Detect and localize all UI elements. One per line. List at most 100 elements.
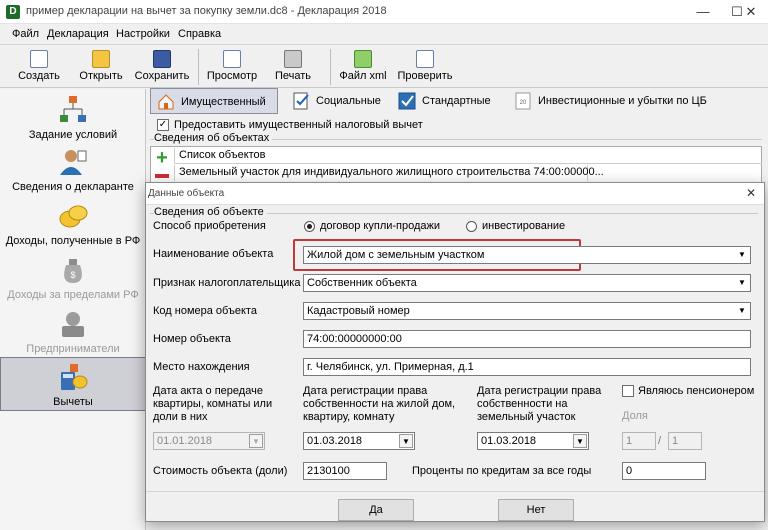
objects-group-label: Сведения об объектах xyxy=(154,132,273,145)
minimize-button[interactable]: — xyxy=(686,0,720,24)
dialog-close-icon[interactable]: ✕ xyxy=(746,186,756,200)
chevron-down-icon: ▼ xyxy=(738,250,746,259)
print-button[interactable]: Печать xyxy=(270,47,316,87)
house-icon xyxy=(157,93,175,111)
money-bag-icon: $ xyxy=(58,255,88,285)
checklist-icon xyxy=(292,92,310,110)
document-20-icon: 20 xyxy=(514,92,532,110)
sidebar-item-income-abroad[interactable]: $ Доходы за пределами РФ xyxy=(0,255,146,301)
toolbar: Создать Открыть Сохранить Просмотр Печат… xyxy=(0,44,768,88)
house-reg-date-picker[interactable]: 01.03.2018 ▼ xyxy=(303,432,415,450)
calculator-coins-icon xyxy=(58,362,88,392)
toolbar-separator xyxy=(330,49,331,85)
cost-label: Стоимость объекта (доли) xyxy=(153,465,288,477)
sidebar-item-income-rf[interactable]: Доходы, полученные в РФ xyxy=(0,201,146,247)
interest-label: Проценты по кредитам за все годы xyxy=(412,465,592,477)
object-name-select[interactable]: Жилой дом с земельным участком ▼ xyxy=(303,246,751,264)
coins-icon xyxy=(58,201,88,231)
chevron-down-icon: ▼ xyxy=(738,306,746,315)
tab-property[interactable]: Имущественный xyxy=(150,88,278,114)
sidebar-item-entrepreneurs[interactable]: Предприниматели xyxy=(0,309,146,355)
toolbar-separator xyxy=(198,49,199,85)
act-date-label: Дата акта о передаче квартиры, комнаты и… xyxy=(153,385,273,423)
title-bar: D пример декларации на вычет за покупку … xyxy=(0,0,768,24)
object-number-input[interactable]: 74:00:00000000:00 xyxy=(303,330,751,348)
tab-social[interactable]: Социальные xyxy=(286,88,386,114)
sidebar-item-declarant[interactable]: Сведения о декларанте xyxy=(0,147,146,193)
menu-file[interactable]: Файл xyxy=(12,28,39,40)
no-button[interactable]: Нет xyxy=(498,499,574,521)
share-label: Доля xyxy=(622,410,648,422)
dialog-title: Данные объекта xyxy=(148,188,225,199)
create-button[interactable]: Создать xyxy=(14,47,64,87)
sidebar: Задание условий Сведения о декларанте До… xyxy=(0,89,146,530)
chevron-down-icon: ▼ xyxy=(573,434,587,448)
yes-button[interactable]: Да xyxy=(338,499,414,521)
hierarchy-icon xyxy=(58,95,88,125)
floppy-disk-icon xyxy=(153,50,171,68)
xml-file-button[interactable]: Файл xml xyxy=(338,47,388,87)
remove-object-icon[interactable] xyxy=(155,174,169,178)
menu-bar: Файл Декларация Настройки Справка xyxy=(0,26,768,44)
cost-input[interactable]: 2130100 xyxy=(303,462,387,480)
chevron-down-icon: ▼ xyxy=(738,278,746,287)
acq-investment-label: инвестирование xyxy=(482,220,566,232)
preview-button[interactable]: Просмотр xyxy=(204,47,260,87)
pensioner-checkbox[interactable] xyxy=(622,385,634,397)
close-window-button[interactable]: ✕ xyxy=(734,0,768,24)
land-reg-date-label: Дата регистрации права собственности на … xyxy=(477,385,602,423)
menu-settings[interactable]: Настройки xyxy=(116,28,170,40)
printer-icon xyxy=(284,50,302,68)
object-number-label: Номер объекта xyxy=(153,333,231,345)
briefcase-person-icon xyxy=(58,309,88,339)
add-object-icon[interactable]: + xyxy=(153,148,171,168)
check-button[interactable]: Проверить xyxy=(396,47,454,87)
open-button[interactable]: Открыть xyxy=(76,47,126,87)
new-document-icon xyxy=(30,50,48,68)
provide-deduction-label: Предоставить имущественный налоговый выч… xyxy=(174,119,423,131)
land-reg-date-picker[interactable]: 01.03.2018 ▼ xyxy=(477,432,589,450)
act-date-picker: 01.01.2018 ▼ xyxy=(153,432,265,450)
menu-declaration[interactable]: Декларация xyxy=(47,28,109,40)
tab-standard[interactable]: Стандартные xyxy=(392,88,502,114)
taxpayer-label: Признак налогоплательщика xyxy=(153,277,301,289)
sidebar-item-conditions[interactable]: Задание условий xyxy=(0,95,146,141)
pensioner-label: Являюсь пенсионером xyxy=(638,385,755,397)
house-reg-date-label: Дата регистрации права собственности на … xyxy=(303,385,456,423)
taxpayer-select[interactable]: Собственник объекта ▼ xyxy=(303,274,751,292)
acq-method-label: Способ приобретения xyxy=(153,220,266,232)
open-folder-icon xyxy=(92,50,110,68)
location-label: Место нахождения xyxy=(153,361,250,373)
svg-text:20: 20 xyxy=(520,100,527,106)
checkbox-document-icon xyxy=(398,92,416,110)
list-header: Список объектов xyxy=(174,148,762,164)
share-numerator-input: 1 xyxy=(622,432,656,450)
sidebar-item-deductions[interactable]: Вычеты xyxy=(0,357,146,411)
tab-investment[interactable]: 20 Инвестиционные и убытки по ЦБ xyxy=(508,88,718,114)
location-input[interactable]: г. Челябинск, ул. Примерная, д.1 xyxy=(303,358,751,376)
object-code-select[interactable]: Кадастровый номер ▼ xyxy=(303,302,751,320)
dialog-divider xyxy=(146,491,764,492)
person-icon xyxy=(58,147,88,177)
object-name-label: Наименование объекта xyxy=(153,248,274,260)
acq-purchase-label: договор купли-продажи xyxy=(320,220,441,232)
share-denominator-input: 1 xyxy=(668,432,702,450)
save-button[interactable]: Сохранить xyxy=(134,47,190,87)
chevron-down-icon: ▼ xyxy=(399,434,413,448)
window-title: пример декларации на вычет за покупку зе… xyxy=(26,5,387,17)
acq-purchase-radio[interactable] xyxy=(304,221,315,232)
xml-export-icon xyxy=(354,50,372,68)
list-item[interactable]: Земельный участок для индивидуального жи… xyxy=(174,165,604,181)
chevron-down-icon: ▼ xyxy=(249,434,263,448)
object-code-label: Код номера объекта xyxy=(153,305,257,317)
svg-text:$: $ xyxy=(70,270,75,280)
acq-investment-radio[interactable] xyxy=(466,221,477,232)
app-icon: D xyxy=(6,5,20,19)
share-separator: / xyxy=(658,435,662,447)
menu-help[interactable]: Справка xyxy=(178,28,221,40)
object-data-dialog: Данные объекта ✕ Сведения об объекте Спо… xyxy=(145,182,765,522)
object-group-label: Сведения об объекте xyxy=(154,206,267,219)
provide-deduction-checkbox[interactable]: ✓ xyxy=(157,119,169,131)
dialog-title-bar: Данные объекта ✕ xyxy=(146,183,764,205)
interest-input[interactable]: 0 xyxy=(622,462,706,480)
